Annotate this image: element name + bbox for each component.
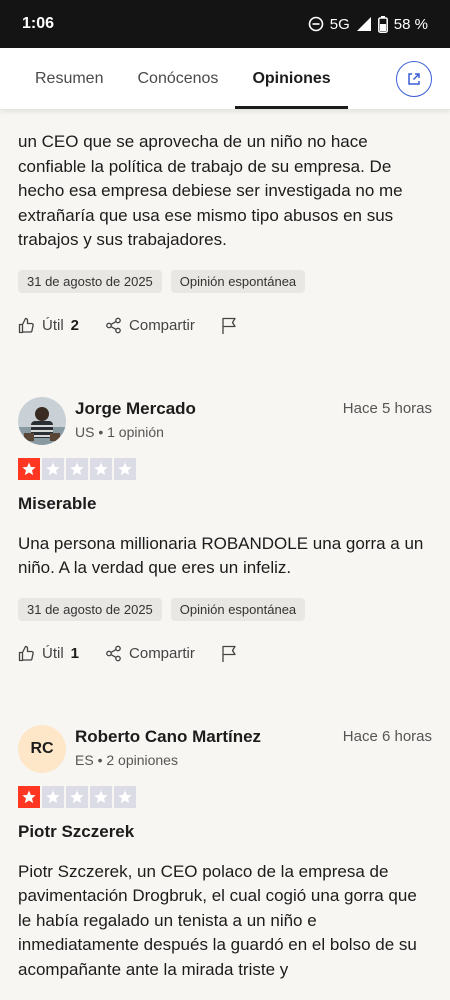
- tab-opiniones[interactable]: Opiniones: [235, 48, 348, 109]
- useful-label: Útil: [42, 317, 64, 334]
- review-card: Jorge Mercado US • 1 opinión Hace 5 hora…: [0, 396, 450, 663]
- review-time: Hace 6 horas: [342, 727, 432, 745]
- reviewer-meta: ES • 2 opiniones: [75, 751, 178, 768]
- status-icons: 5G 58 %: [308, 15, 428, 33]
- network-type: 5G: [329, 15, 350, 33]
- thumbs-up-icon: [18, 317, 34, 334]
- share-button[interactable]: Compartir: [105, 317, 195, 334]
- reviews-list[interactable]: un CEO que se aprovecha de un niño no ha…: [0, 110, 450, 982]
- review-text: Piotr Szczerek, un CEO polaco de la empr…: [18, 861, 417, 979]
- useful-count: 1: [70, 645, 80, 662]
- review-tag: Opinión espontánea: [170, 269, 306, 293]
- star-icon: [66, 457, 88, 480]
- thumbs-up-icon: [18, 645, 34, 662]
- battery-icon: [377, 15, 388, 33]
- tab-conocenos[interactable]: Conócenos: [120, 48, 235, 109]
- useful-button[interactable]: Útil 1: [18, 645, 79, 662]
- battery-percent: 58 %: [393, 15, 428, 33]
- share-label: Compartir: [129, 317, 195, 334]
- useful-button[interactable]: Útil 2: [18, 317, 79, 334]
- external-link-icon: [408, 73, 420, 85]
- do-not-disturb-icon: [308, 16, 324, 32]
- star-icon: [90, 785, 112, 808]
- review-text: Una persona millionaria ROBANDOLE una go…: [18, 533, 424, 578]
- share-label: Compartir: [129, 645, 195, 662]
- share-icon: [106, 317, 121, 334]
- flag-icon: [222, 645, 236, 662]
- top-tab-bar: Resumen Conócenos Opiniones: [0, 48, 450, 110]
- review-date: 31 de agosto de 2025: [18, 597, 162, 621]
- reviewer-name[interactable]: Roberto Cano Martínez: [75, 727, 343, 747]
- review-date: 31 de agosto de 2025: [18, 269, 162, 293]
- share-button[interactable]: Compartir: [105, 645, 195, 662]
- review-tag: Opinión espontánea: [170, 597, 306, 621]
- open-external-button[interactable]: [396, 61, 432, 97]
- tab-resumen[interactable]: Resumen: [18, 48, 120, 109]
- review-time: Hace 5 horas: [342, 399, 432, 417]
- report-button[interactable]: [221, 645, 238, 663]
- status-time: 1:06: [22, 15, 55, 32]
- useful-count: 2: [70, 317, 80, 334]
- avatar[interactable]: [18, 396, 66, 445]
- star-icon: [18, 457, 40, 480]
- status-bar: 1:06 5G 58 %: [0, 0, 450, 48]
- signal-icon: [356, 16, 372, 32]
- star-icon: [114, 457, 136, 480]
- report-button[interactable]: [221, 317, 238, 335]
- review-card: un CEO que se aprovecha de un niño no ha…: [0, 110, 450, 335]
- flag-icon: [222, 317, 236, 334]
- reviewer-name[interactable]: Jorge Mercado: [75, 399, 343, 419]
- star-rating: [0, 785, 450, 808]
- reviewer-meta: US • 1 opinión: [75, 423, 164, 440]
- review-card: RC Roberto Cano Martínez ES • 2 opinione…: [0, 724, 450, 983]
- avatar[interactable]: RC: [18, 724, 66, 773]
- useful-label: Útil: [42, 645, 64, 662]
- review-title: Miserable: [18, 493, 97, 513]
- star-icon: [42, 785, 64, 808]
- star-icon: [90, 457, 112, 480]
- share-icon: [106, 645, 121, 662]
- review-title: Piotr Szczerek: [18, 821, 135, 841]
- star-icon: [42, 457, 64, 480]
- review-text: un CEO que se aprovecha de un niño no ha…: [18, 132, 403, 249]
- star-icon: [18, 785, 40, 808]
- star-icon: [66, 785, 88, 808]
- star-icon: [114, 785, 136, 808]
- star-rating: [0, 457, 450, 480]
